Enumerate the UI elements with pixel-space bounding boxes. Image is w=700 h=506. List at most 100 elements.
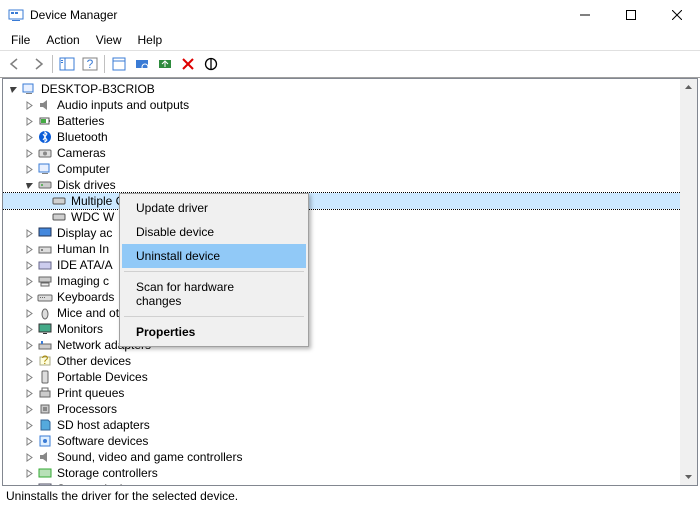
tree-root[interactable]: DESKTOP-B3CRIOB (3, 81, 697, 97)
status-text: Uninstalls the driver for the selected d… (6, 489, 238, 503)
caret-icon[interactable] (23, 291, 35, 303)
menu-action[interactable]: Action (39, 31, 86, 49)
properties-button[interactable] (108, 53, 130, 75)
back-button[interactable] (4, 53, 26, 75)
caret-icon[interactable] (23, 99, 35, 111)
scroll-up-icon[interactable] (680, 79, 697, 96)
uninstall-button[interactable] (177, 53, 199, 75)
device-category-icon (37, 369, 53, 385)
tree-category-label: Batteries (57, 114, 104, 128)
caret-icon[interactable] (23, 387, 35, 399)
tree-category[interactable]: IDE ATA/A (3, 257, 697, 273)
tree-category[interactable]: Disk drives (3, 177, 697, 193)
device-category-icon (37, 257, 53, 273)
title-bar: Device Manager (0, 0, 700, 30)
caret-icon[interactable] (23, 179, 35, 191)
tree-category[interactable]: Monitors (3, 321, 697, 337)
tree-category-label: Audio inputs and outputs (57, 98, 189, 112)
tree-category[interactable]: Sound, video and game controllers (3, 449, 697, 465)
tree-category[interactable]: Display ac (3, 225, 697, 241)
forward-button[interactable] (27, 53, 49, 75)
tree-category[interactable]: Bluetooth (3, 129, 697, 145)
tree-category[interactable]: Imaging c (3, 273, 697, 289)
tree-category[interactable]: Batteries (3, 113, 697, 129)
caret-icon[interactable] (23, 371, 35, 383)
caret-icon[interactable] (23, 243, 35, 255)
tree-category-label: Other devices (57, 354, 131, 368)
caret-icon[interactable] (23, 163, 35, 175)
device-category-icon (37, 449, 53, 465)
device-category-icon (37, 113, 53, 129)
caret-icon[interactable] (23, 115, 35, 127)
tree-category-label: Software devices (57, 434, 148, 448)
drive-icon (51, 209, 67, 225)
tree-category-label: Imaging c (57, 274, 109, 288)
app-icon (8, 7, 24, 23)
disable-button[interactable] (200, 53, 222, 75)
tree-category[interactable]: Software devices (3, 433, 697, 449)
context-properties[interactable]: Properties (122, 320, 306, 344)
caret-down-icon[interactable] (7, 83, 19, 95)
caret-icon[interactable] (23, 403, 35, 415)
caret-icon[interactable] (23, 307, 35, 319)
tree-category-label: Print queues (57, 386, 124, 400)
tree-category-label: Sound, video and game controllers (57, 450, 242, 464)
tree-category[interactable]: Storage controllers (3, 465, 697, 481)
close-button[interactable] (654, 0, 700, 30)
device-category-icon (37, 417, 53, 433)
caret-icon[interactable] (23, 467, 35, 479)
device-category-icon (37, 385, 53, 401)
tree-category-label: Display ac (57, 226, 112, 240)
context-update-driver[interactable]: Update driver (122, 196, 306, 220)
scrollbar[interactable] (680, 79, 697, 485)
device-category-icon (37, 241, 53, 257)
tree-category[interactable]: Keyboards (3, 289, 697, 305)
context-scan-hardware[interactable]: Scan for hardware changes (122, 275, 306, 313)
caret-icon[interactable] (23, 131, 35, 143)
tree-category-label: Processors (57, 402, 117, 416)
tree-category[interactable]: Audio inputs and outputs (3, 97, 697, 113)
window-title: Device Manager (30, 8, 562, 22)
tree-category-label: SD host adapters (57, 418, 150, 432)
scroll-down-icon[interactable] (680, 468, 697, 485)
tree-category[interactable]: Network adapters (3, 337, 697, 353)
context-disable-device[interactable]: Disable device (122, 220, 306, 244)
tree-category[interactable]: Mice and other pointing devices (3, 305, 697, 321)
update-driver-button[interactable] (154, 53, 176, 75)
tree-category[interactable]: Portable Devices (3, 369, 697, 385)
device-category-icon (37, 401, 53, 417)
context-uninstall-device[interactable]: Uninstall device (122, 244, 306, 268)
caret-icon[interactable] (23, 147, 35, 159)
tree-category[interactable]: Human In (3, 241, 697, 257)
tree-category[interactable]: Computer (3, 161, 697, 177)
tree-category-label: Portable Devices (57, 370, 148, 384)
caret-icon[interactable] (23, 323, 35, 335)
show-hide-tree-button[interactable] (56, 53, 78, 75)
caret-icon[interactable] (23, 227, 35, 239)
tree-category[interactable]: Cameras (3, 145, 697, 161)
tree-category-label: Cameras (57, 146, 106, 160)
help-button[interactable]: ? (79, 53, 101, 75)
caret-icon[interactable] (23, 339, 35, 351)
caret-icon[interactable] (23, 355, 35, 367)
tree-device[interactable]: WDC W (3, 209, 697, 225)
device-category-icon (37, 305, 53, 321)
tree-category[interactable]: SD host adapters (3, 417, 697, 433)
menu-file[interactable]: File (4, 31, 37, 49)
caret-icon[interactable] (23, 275, 35, 287)
caret-icon[interactable] (23, 259, 35, 271)
tree-device[interactable]: Multiple Card Reader USB Devi... (3, 193, 697, 209)
menu-help[interactable]: Help (131, 31, 170, 49)
computer-icon (21, 81, 37, 97)
minimize-button[interactable] (562, 0, 608, 30)
caret-icon[interactable] (23, 451, 35, 463)
tree-category[interactable]: ?Other devices (3, 353, 697, 369)
tree-category[interactable]: Processors (3, 401, 697, 417)
drive-icon (51, 193, 67, 209)
scan-hardware-button[interactable] (131, 53, 153, 75)
menu-view[interactable]: View (89, 31, 129, 49)
caret-icon[interactable] (23, 419, 35, 431)
maximize-button[interactable] (608, 0, 654, 30)
caret-icon[interactable] (23, 435, 35, 447)
tree-category[interactable]: Print queues (3, 385, 697, 401)
